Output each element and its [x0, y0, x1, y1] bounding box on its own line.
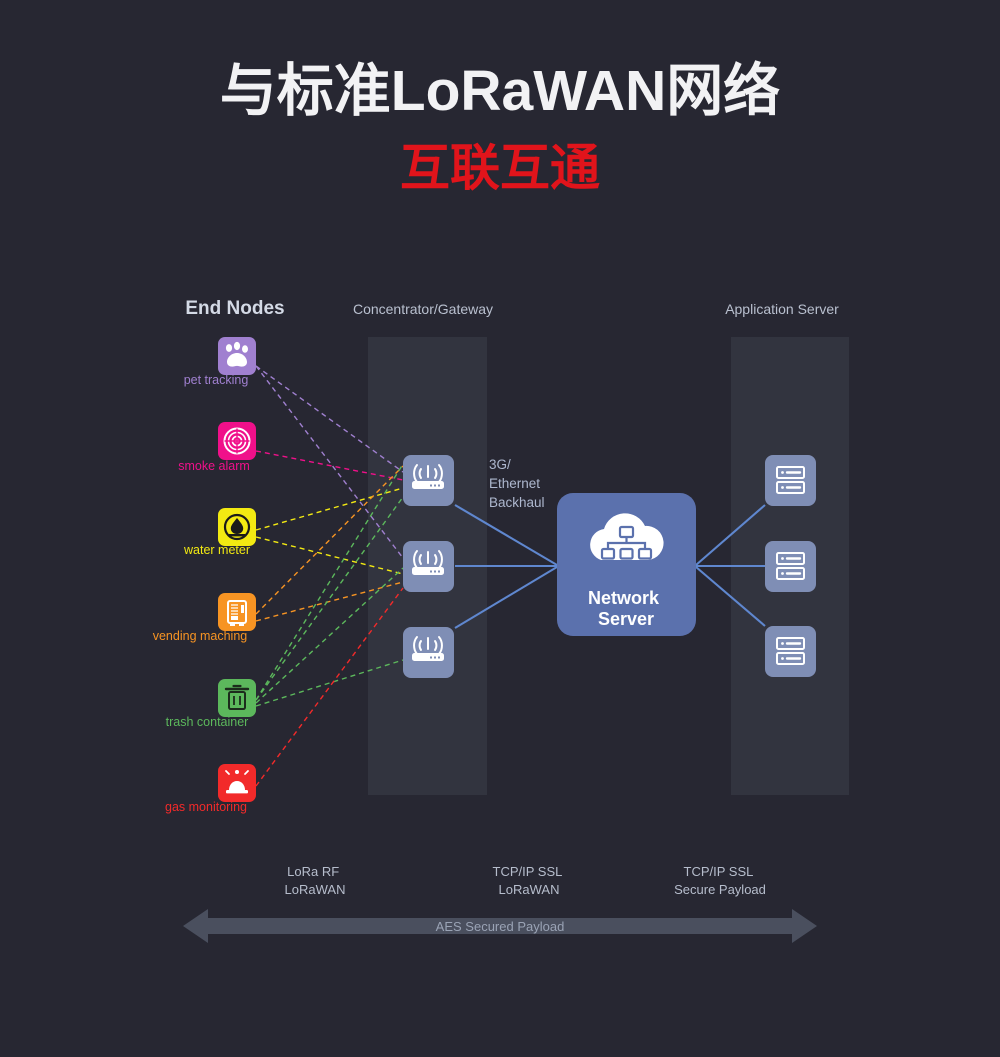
gateway-3[interactable]	[403, 627, 454, 678]
network-server-node[interactable]: Network Server	[557, 493, 696, 636]
backhaul-label: 3G/ Ethernet Backhaul	[489, 457, 545, 510]
app-server-2[interactable]	[765, 541, 816, 592]
smoke-detector-icon	[223, 427, 251, 455]
end-node-trash-container[interactable]	[218, 679, 256, 717]
end-node-label-vending-machine: vending maching	[153, 629, 248, 643]
end-node-pet-tracking[interactable]	[218, 337, 256, 375]
aes-secured-payload-label: AES Secured Payload	[436, 919, 565, 934]
end-node-water-meter[interactable]	[218, 508, 256, 546]
end-node-label-gas-monitoring: gas monitoring	[165, 800, 247, 814]
app-server-3[interactable]	[765, 626, 816, 677]
end-node-label-pet-tracking: pet tracking	[184, 373, 249, 387]
end-node-label-water-meter: water meter	[183, 543, 250, 557]
end-node-vending-machine[interactable]	[218, 593, 256, 631]
app-server-1[interactable]	[765, 455, 816, 506]
protocol-label-secure-payload: TCP/IP SSL Secure Payload	[674, 864, 766, 897]
column-header-app-server: Application Server	[725, 301, 839, 317]
column-header-end-nodes: End Nodes	[185, 298, 284, 319]
gateway-2[interactable]	[403, 541, 454, 592]
lorawan-architecture-diagram: End Nodes Concentrator/Gateway Applicati…	[153, 298, 849, 943]
end-node-smoke-alarm[interactable]	[218, 422, 256, 460]
protocol-label-tcp-ip-lorawan: TCP/IP SSL LoRaWAN	[493, 864, 566, 897]
protocol-label-lora-rf: LoRa RF LoRaWAN	[285, 864, 346, 897]
end-node-gas-monitoring[interactable]	[218, 764, 256, 802]
network-server-label: Network Server	[588, 588, 664, 629]
column-header-gateway: Concentrator/Gateway	[353, 301, 493, 317]
end-node-label-trash-container: trash container	[166, 715, 249, 729]
aes-secured-payload-arrow: AES Secured Payload	[183, 909, 817, 943]
end-node-label-smoke-alarm: smoke alarm	[178, 459, 250, 473]
gateway-1[interactable]	[403, 455, 454, 506]
